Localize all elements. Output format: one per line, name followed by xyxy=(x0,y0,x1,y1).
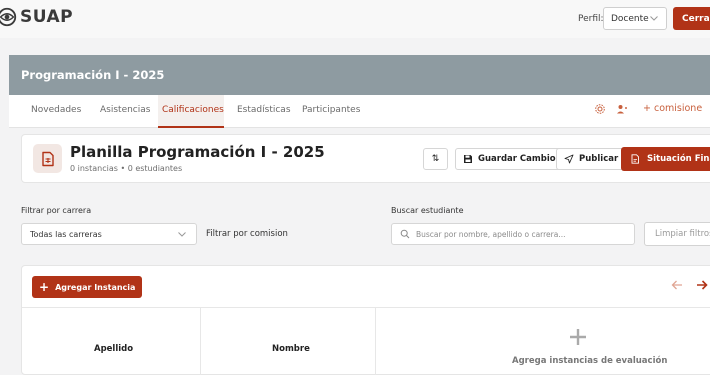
tab-participantes[interactable]: Participantes xyxy=(302,105,360,115)
perfil-label: Perfil: xyxy=(578,14,604,24)
save-changes-button[interactable]: Guardar Cambios xyxy=(455,148,569,170)
tab-estadisticas[interactable]: Estadísticas xyxy=(237,105,291,115)
add-icon xyxy=(570,329,586,345)
users-icon[interactable] xyxy=(616,103,628,115)
column-header-apellido[interactable]: Apellido xyxy=(94,344,133,354)
plus-icon: + xyxy=(39,280,50,294)
chevron-down-icon xyxy=(650,16,658,21)
add-comisiones-link[interactable]: + comisione xyxy=(643,103,702,114)
arrow-right-icon[interactable] xyxy=(695,278,709,292)
situacion-final-label: Situación Final xyxy=(647,154,710,164)
active-tab-underline xyxy=(158,126,224,128)
gear-icon[interactable] xyxy=(594,103,606,115)
search-field[interactable] xyxy=(391,223,635,245)
empty-state-message: Agrega instancias de evaluación xyxy=(512,356,668,366)
situacion-final-button[interactable]: Situación Final xyxy=(621,147,710,171)
search-icon xyxy=(400,229,410,239)
carrera-select[interactable]: Todas las carreras xyxy=(21,223,197,245)
tab-asistencias[interactable]: Asistencias xyxy=(100,105,150,115)
carrera-select-value: Todas las carreras xyxy=(30,229,102,239)
course-header: Programación I - 2025 Novedades Asistenc… xyxy=(9,55,710,128)
planilla-title: Planilla Programación I - 2025 xyxy=(70,143,325,161)
planilla-subtitle: 0 instancias • 0 estudiantes xyxy=(70,164,183,173)
publish-label: Publicar xyxy=(579,154,619,164)
arrow-left-icon[interactable] xyxy=(670,278,684,292)
send-icon xyxy=(564,154,574,164)
add-instance-button[interactable]: + Agregar Instancia xyxy=(32,276,143,298)
grades-table-card: + Agregar Instancia Apellido Nombre Agre… xyxy=(21,265,710,375)
course-title: Programación I - 2025 xyxy=(21,68,165,82)
column-header-nombre[interactable]: Nombre xyxy=(272,344,310,354)
perfil-select[interactable]: Docente xyxy=(603,7,667,30)
logout-button[interactable]: Cerrar xyxy=(673,7,710,30)
suap-logo-icon xyxy=(0,7,17,27)
publish-button[interactable]: Publicar xyxy=(556,148,627,170)
tab-novedades[interactable]: Novedades xyxy=(31,105,81,115)
sort-button[interactable]: ⇅ xyxy=(423,148,448,170)
add-instance-label: Agregar Instancia xyxy=(55,282,136,292)
save-changes-label: Guardar Cambios xyxy=(478,154,561,164)
search-label: Buscar estudiante xyxy=(391,206,464,215)
sort-icon: ⇅ xyxy=(431,154,440,164)
chevron-down-icon xyxy=(178,232,186,237)
top-bar: SUAP Perfil: Docente Cerrar xyxy=(0,0,710,38)
app-name: SUAP xyxy=(20,7,74,27)
comision-filter-label: Filtrar por comision xyxy=(206,229,288,239)
tab-calificaciones[interactable]: Calificaciones xyxy=(162,105,224,115)
table-divider xyxy=(22,307,710,308)
spreadsheet-icon xyxy=(33,144,62,173)
clear-filters-button[interactable]: Limpiar filtros xyxy=(644,222,710,246)
app-logo[interactable]: SUAP xyxy=(0,6,73,28)
carrera-filter-label: Filtrar por carrera xyxy=(21,206,92,215)
search-input[interactable] xyxy=(416,229,616,239)
course-banner: Programación I - 2025 xyxy=(9,55,710,95)
planilla-card: Planilla Programación I - 2025 0 instanc… xyxy=(21,134,710,183)
perfil-value: Docente xyxy=(611,13,649,24)
save-icon xyxy=(464,155,472,163)
document-icon xyxy=(631,154,639,164)
column-separator xyxy=(375,308,376,375)
column-separator xyxy=(200,308,201,375)
